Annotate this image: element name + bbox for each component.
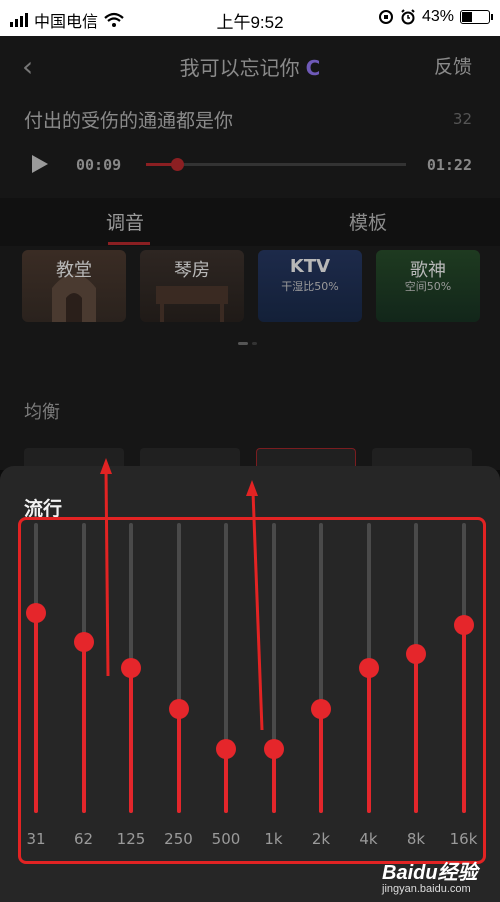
watermark-brand: Baidu经验 (382, 862, 478, 884)
baidu-watermark: Baidu经验 jingyan.baidu.com (382, 856, 478, 895)
annotation-arrows (100, 458, 264, 731)
watermark-url: jingyan.baidu.com (382, 883, 471, 895)
arrow-line-left (104, 469, 110, 677)
arrow-line-right (251, 491, 264, 731)
arrow-head-left (100, 458, 112, 474)
arrow-head-right (246, 480, 258, 496)
